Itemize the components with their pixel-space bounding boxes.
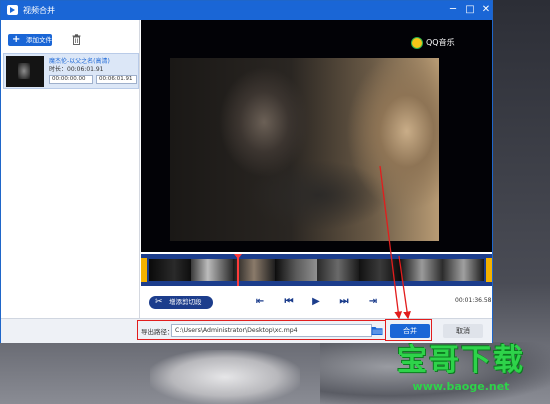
video-merge-dialog: 视频合并 ─ □ ✕ + 添加文件 魔杰伦-以父之名(高清) 时长：00:06:… <box>0 0 493 343</box>
start-time-stepper[interactable]: 00:00:00.00 <box>49 75 93 84</box>
previous-frame-icon[interactable]: ⏮ <box>282 295 296 309</box>
end-time-stepper[interactable]: 00:06:01.91 <box>96 75 137 84</box>
annotation-highlight-merge-button <box>385 319 432 341</box>
cancel-button[interactable]: 取消 <box>443 324 483 338</box>
video-frame <box>170 58 439 241</box>
play-icon[interactable]: ▶ <box>309 295 323 309</box>
minimize-button[interactable]: ─ <box>446 3 460 17</box>
filmstrip-frame <box>317 259 359 281</box>
file-duration: 时长：00:06:01.91 <box>49 66 104 73</box>
filmstrip-frame <box>359 259 401 281</box>
title-bar[interactable]: 视频合并 ─ □ ✕ <box>1 1 492 20</box>
window-title: 视频合并 <box>23 6 55 15</box>
add-file-button[interactable]: + 添加文件 <box>8 34 52 46</box>
site-watermark: 宝哥下载 www.baoge.net <box>386 342 536 404</box>
app-icon <box>7 5 18 15</box>
video-thumbnail <box>6 56 44 87</box>
current-time-readout: 00:01:36.58 <box>455 297 492 304</box>
add-split-segment-button[interactable]: ✂ 增添剪切段 <box>149 296 213 309</box>
timeline-filmstrip[interactable] <box>141 254 492 286</box>
jump-to-start-icon[interactable]: ⇤ <box>253 295 267 309</box>
video-watermark-text: QQ音乐 <box>426 38 455 47</box>
trim-start-handle[interactable] <box>141 258 147 282</box>
file-list-panel: + 添加文件 魔杰伦-以父之名(高清) 时长：00:06:01.91 00:00… <box>1 20 140 318</box>
annotation-highlight-export-path <box>137 320 386 340</box>
playhead-marker[interactable] <box>234 254 242 286</box>
add-file-label: 添加文件 <box>26 36 52 44</box>
trash-icon[interactable] <box>72 34 81 45</box>
close-button[interactable]: ✕ <box>479 3 493 17</box>
jump-to-end-icon[interactable]: ⇥ <box>366 295 380 309</box>
maximize-button[interactable]: □ <box>463 3 477 17</box>
site-watermark-title: 宝哥下载 <box>397 343 525 378</box>
plus-icon: + <box>12 34 21 45</box>
trim-end-handle[interactable] <box>486 258 492 282</box>
filmstrip-frames <box>149 259 484 281</box>
next-frame-icon[interactable]: ⏭ <box>337 295 351 309</box>
filmstrip-frame <box>191 259 233 281</box>
filmstrip-frame <box>401 259 443 281</box>
desktop-wallpaper-light <box>150 350 300 404</box>
filmstrip-frame <box>233 259 275 281</box>
video-preview[interactable]: QQ音乐 <box>141 20 492 252</box>
add-split-segment-label: 增添剪切段 <box>169 298 202 306</box>
filmstrip-frame <box>149 259 191 281</box>
file-list-item[interactable]: 魔杰伦-以父之名(高清) 时长：00:06:01.91 00:00:00.00 … <box>3 53 139 89</box>
qq-music-logo-icon <box>411 37 423 49</box>
scissors-icon: ✂ <box>155 297 163 307</box>
filmstrip-frame <box>275 259 317 281</box>
site-watermark-url: www.baoge.net <box>412 380 510 393</box>
playback-controls: ✂ 增添剪切段 ⇤ ⏮ ▶ ⏭ ⇥ 00:01:36.58 <box>141 287 492 318</box>
filmstrip-frame <box>443 259 484 281</box>
